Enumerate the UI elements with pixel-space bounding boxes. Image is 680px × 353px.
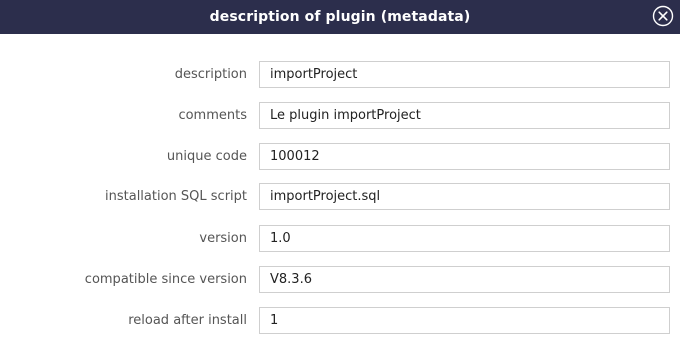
reload-after-install-label: reload after install [128, 313, 247, 328]
dialog-header: description of plugin (metadata) [0, 0, 680, 34]
version-field[interactable] [259, 225, 670, 252]
row-description: description [0, 61, 680, 88]
reload-after-install-field[interactable] [259, 307, 670, 334]
row-reload-after-install: reload after install [0, 307, 680, 334]
comments-field[interactable] [259, 102, 670, 129]
version-label: version [199, 231, 247, 246]
row-unique-code: unique code [0, 143, 680, 170]
row-installation-sql-script: installation SQL script [0, 183, 680, 210]
plugin-metadata-dialog: description of plugin (metadata) descrip… [0, 0, 680, 353]
row-compatible-since-version: compatible since version [0, 266, 680, 293]
installation-sql-script-field[interactable] [259, 183, 670, 210]
comments-label: comments [178, 108, 247, 123]
description-field[interactable] [259, 61, 670, 88]
row-comments: comments [0, 102, 680, 129]
compatible-since-version-field[interactable] [259, 266, 670, 293]
close-icon [652, 5, 674, 27]
close-button[interactable] [652, 5, 674, 27]
description-label: description [174, 67, 247, 82]
unique-code-field[interactable] [259, 143, 670, 170]
compatible-since-version-label: compatible since version [84, 272, 247, 287]
row-version: version [0, 225, 680, 252]
unique-code-label: unique code [166, 149, 247, 164]
dialog-title: description of plugin (metadata) [209, 9, 471, 25]
installation-sql-script-label: installation SQL script [105, 189, 247, 204]
